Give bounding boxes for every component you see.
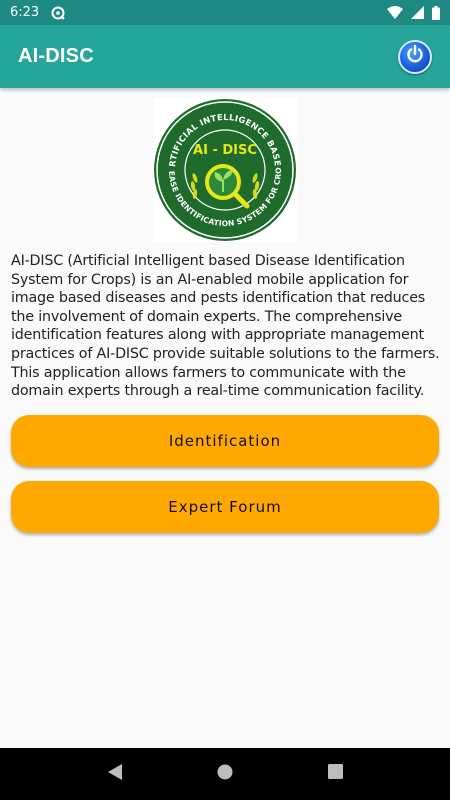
- back-button[interactable]: [95, 754, 135, 794]
- battery-icon: [432, 5, 440, 20]
- power-icon: [405, 44, 425, 69]
- logo-center-text: AI - DISC: [193, 143, 257, 158]
- back-icon: [107, 763, 123, 786]
- status-bar: 6:23: [0, 0, 450, 25]
- status-time: 6:23: [10, 5, 40, 20]
- recents-icon: [327, 764, 343, 784]
- app-logo: ARTIFICIAL INTELLIGENCE BASED DISEASE ID…: [149, 90, 297, 242]
- identification-button[interactable]: Identification: [11, 415, 439, 467]
- system-nav-bar: [0, 748, 450, 800]
- app-bar: AI-DISC: [0, 25, 450, 88]
- power-button[interactable]: [398, 39, 432, 74]
- expert-forum-button[interactable]: Expert Forum: [11, 481, 439, 533]
- sync-icon: [51, 6, 65, 20]
- recents-button[interactable]: [315, 754, 355, 794]
- home-icon: [217, 764, 233, 785]
- wifi-icon: [387, 6, 403, 19]
- app-description: AI-DISC (Artificial Intelligent based Di…: [11, 253, 440, 400]
- status-icons: [387, 5, 440, 20]
- app-title: AI-DISC: [18, 45, 94, 67]
- home-button[interactable]: [205, 754, 245, 794]
- signal-icon: [411, 6, 424, 19]
